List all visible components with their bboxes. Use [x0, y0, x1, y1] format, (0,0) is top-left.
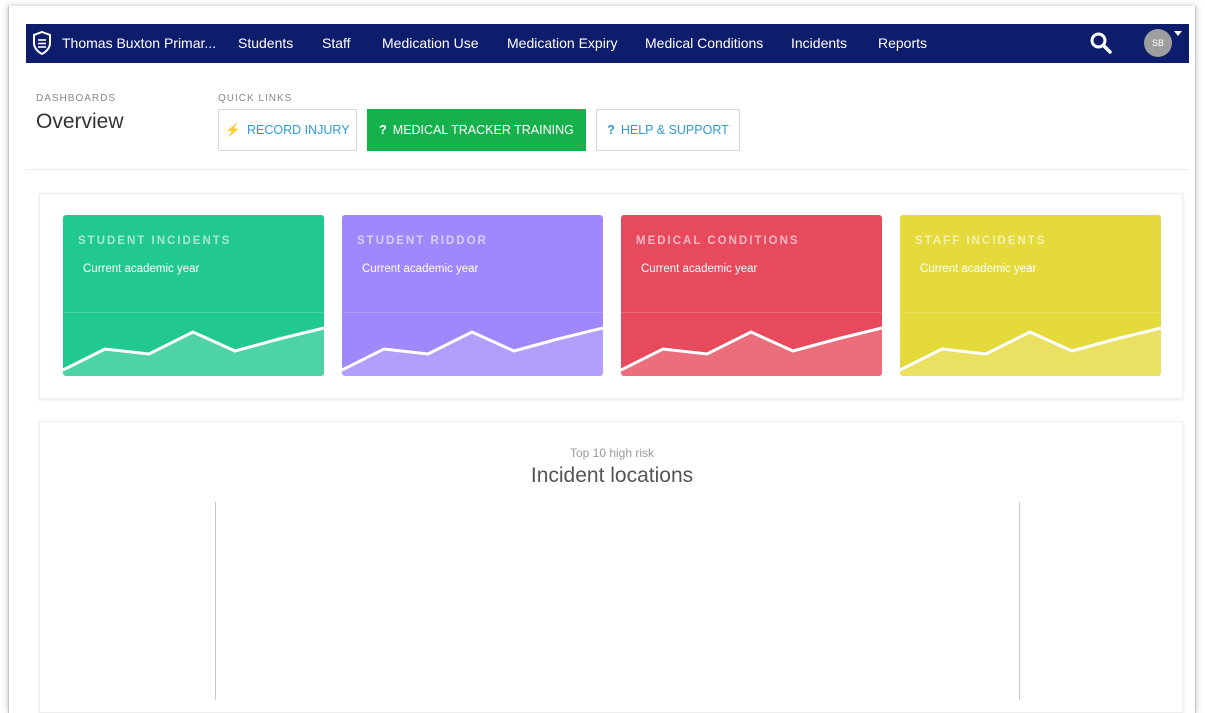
nav-medication-use[interactable]: Medication Use	[382, 24, 479, 63]
lightning-icon: ⚡	[225, 122, 241, 137]
section-label: DASHBOARDS	[36, 93, 117, 104]
help-support-button[interactable]: ? HELP & SUPPORT	[596, 109, 740, 151]
student-incidents-card[interactable]: STUDENT INCIDENTS Current academic year	[63, 215, 324, 376]
sparkline-chart	[342, 326, 603, 376]
quick-links-label: QUICK LINKS	[218, 93, 293, 104]
staff-incidents-card[interactable]: STAFF INCIDENTS Current academic year	[900, 215, 1161, 376]
nav-medical-conditions[interactable]: Medical Conditions	[645, 24, 763, 63]
sparkline-chart	[900, 326, 1161, 376]
chevron-down-icon[interactable]	[1174, 31, 1182, 36]
top-navbar: Thomas Buxton Primar... Students Staff M…	[26, 24, 1189, 63]
card-title: STUDENT INCIDENTS	[78, 235, 232, 247]
chart-right-axis	[1019, 502, 1020, 700]
nav-medication-expiry[interactable]: Medication Expiry	[507, 24, 618, 63]
card-title: MEDICAL CONDITIONS	[636, 235, 800, 247]
medical-tracker-training-label: MEDICAL TRACKER TRAINING	[392, 123, 574, 137]
shield-logo-icon[interactable]	[32, 31, 52, 55]
nav-staff[interactable]: Staff	[322, 24, 351, 63]
medical-tracker-training-button[interactable]: ? MEDICAL TRACKER TRAINING	[367, 109, 586, 151]
nav-reports[interactable]: Reports	[878, 24, 927, 63]
record-injury-button[interactable]: ⚡ RECORD INJURY	[218, 109, 357, 151]
user-avatar[interactable]: SB	[1144, 29, 1172, 57]
nav-students[interactable]: Students	[238, 24, 293, 63]
page-title: Overview	[36, 110, 124, 133]
question-icon: ?	[607, 123, 615, 137]
help-support-label: HELP & SUPPORT	[620, 123, 729, 137]
medical-conditions-card[interactable]: MEDICAL CONDITIONS Current academic year	[621, 215, 882, 376]
record-injury-label: RECORD INJURY	[247, 123, 350, 137]
sparkline-chart	[621, 326, 882, 376]
nav-incidents[interactable]: Incidents	[791, 24, 847, 63]
school-name[interactable]: Thomas Buxton Primar...	[62, 24, 216, 63]
card-subtitle: Current academic year	[362, 263, 479, 275]
chart-left-axis	[215, 502, 216, 700]
student-riddor-card[interactable]: STUDENT RIDDOR Current academic year	[342, 215, 603, 376]
sparkline-chart	[63, 326, 324, 376]
card-subtitle: Current academic year	[83, 263, 200, 275]
card-title: STAFF INCIDENTS	[915, 235, 1047, 247]
card-title: STUDENT RIDDOR	[357, 235, 488, 247]
header-divider	[26, 169, 1189, 170]
card-subtitle: Current academic year	[920, 263, 1037, 275]
card-subtitle: Current academic year	[641, 263, 758, 275]
chart-title: Incident locations	[530, 464, 694, 487]
question-icon: ?	[379, 123, 387, 137]
search-icon[interactable]	[1088, 30, 1114, 56]
chart-subtitle: Top 10 high risk	[569, 446, 655, 460]
